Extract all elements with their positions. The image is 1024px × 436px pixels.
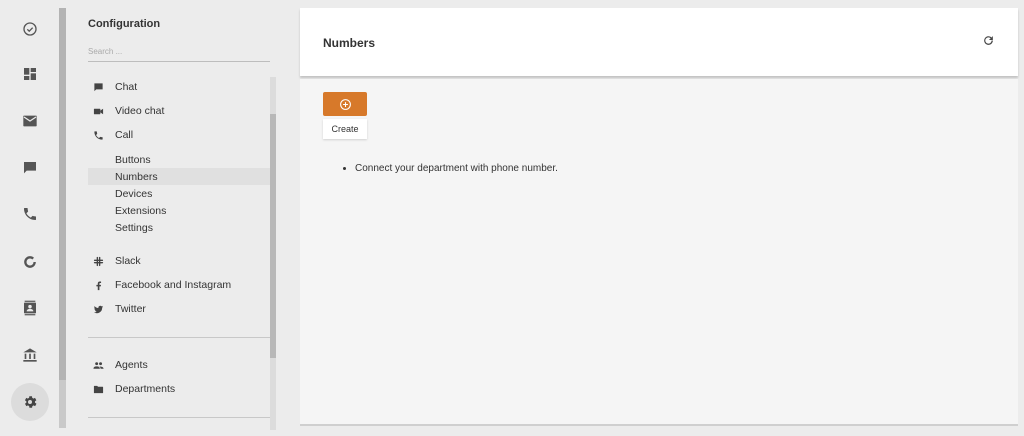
video-icon <box>88 106 115 117</box>
rail-scrollbar[interactable] <box>59 8 66 428</box>
people-icon <box>88 360 115 371</box>
settings-icon <box>24 396 37 408</box>
page-title: Numbers <box>323 36 376 50</box>
menu-item-label: Twitter <box>115 303 146 315</box>
sub-item-settings[interactable]: Settings <box>88 219 270 236</box>
configuration-panel: Configuration Chat Video chat Call Butto… <box>68 0 282 436</box>
menu-item-departments[interactable]: Departments <box>88 379 270 399</box>
slack-icon <box>88 256 115 267</box>
menu-item-label: Departments <box>115 383 176 395</box>
refresh-icon <box>983 35 993 45</box>
menu-item-video-chat[interactable]: Video chat <box>88 101 270 121</box>
rail-check-circle-icon[interactable] <box>11 10 49 48</box>
folder-icon <box>88 384 115 395</box>
rail-settings-icon[interactable] <box>11 383 49 421</box>
dashboard-icon <box>24 68 36 80</box>
rail-scrollbar-thumb[interactable] <box>59 8 66 380</box>
rail-dashboard-icon[interactable] <box>11 55 49 93</box>
sub-item-buttons[interactable]: Buttons <box>88 151 270 168</box>
sub-item-extensions[interactable]: Extensions <box>88 202 270 219</box>
rail-contacts-icon[interactable] <box>11 289 49 327</box>
config-search-input[interactable] <box>88 42 270 62</box>
create-button[interactable] <box>323 92 367 116</box>
check-circle-icon <box>23 22 37 36</box>
twitter-icon <box>88 304 115 315</box>
refresh-button[interactable] <box>980 32 996 48</box>
rail-mail-icon[interactable] <box>11 102 49 140</box>
icon-rail <box>0 0 60 436</box>
add-circle-icon <box>339 98 351 110</box>
rail-chat-icon[interactable] <box>11 149 49 187</box>
menu-item-label: Facebook and Instagram <box>115 279 232 291</box>
divider <box>88 417 270 418</box>
chat-icon <box>24 162 36 174</box>
info-list: Connect your department with phone numbe… <box>355 163 558 174</box>
menu-item-label: Call <box>115 129 134 141</box>
sub-item-numbers[interactable]: Numbers <box>88 168 270 185</box>
create-button-label[interactable]: Create <box>323 119 367 139</box>
facebook-icon <box>88 280 115 291</box>
menu-item-label: Video chat <box>115 105 165 117</box>
menu-item-agents[interactable]: Agents <box>88 355 270 375</box>
rail-donut-chart-icon[interactable] <box>11 243 49 281</box>
menu-item-chat[interactable]: Chat <box>88 77 270 97</box>
menu-item-twitter[interactable]: Twitter <box>88 299 270 319</box>
phone-icon <box>88 130 115 141</box>
list-item: Connect your department with phone numbe… <box>355 163 558 174</box>
mail-icon <box>23 115 37 127</box>
rail-phone-icon[interactable] <box>11 195 49 233</box>
donut-chart-icon <box>24 256 36 268</box>
contacts-icon <box>24 300 36 316</box>
main-header: Numbers <box>300 8 1018 76</box>
sub-item-devices[interactable]: Devices <box>88 185 270 202</box>
bank-icon <box>23 348 37 362</box>
config-title: Configuration <box>88 18 161 30</box>
chat-icon <box>88 82 115 93</box>
phone-icon <box>24 208 36 220</box>
menu-item-slack[interactable]: Slack <box>88 251 270 271</box>
menu-item-label: Chat <box>115 81 138 93</box>
menu-scrollbar-thumb[interactable] <box>270 114 276 358</box>
menu-item-facebook-instagram[interactable]: Facebook and Instagram <box>88 275 270 295</box>
menu-item-call[interactable]: Call <box>88 125 270 145</box>
menu-item-label: Agents <box>115 359 148 371</box>
rail-bank-icon[interactable] <box>11 336 49 374</box>
divider <box>88 337 270 338</box>
main-body: Create Connect your department with phon… <box>300 79 1018 426</box>
menu-item-label: Slack <box>115 255 141 267</box>
